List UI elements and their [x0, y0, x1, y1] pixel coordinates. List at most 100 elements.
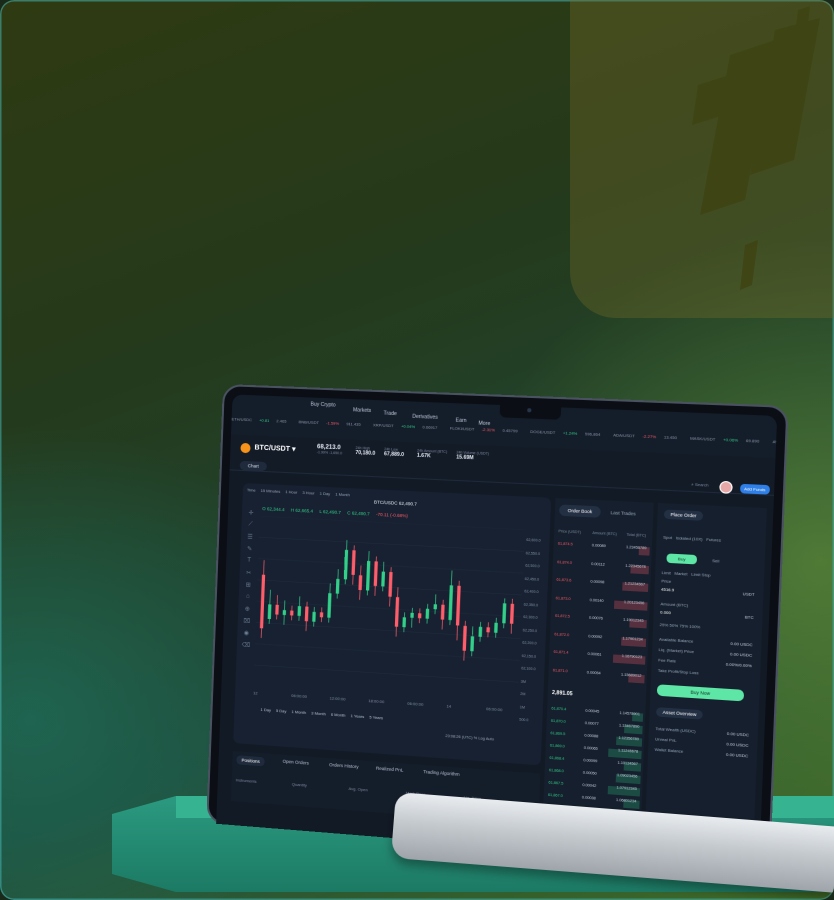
candle-body[interactable]: [509, 603, 515, 624]
candle-body[interactable]: [267, 604, 272, 620]
candle-body[interactable]: [433, 604, 438, 610]
range-option[interactable]: 5 Day: [276, 708, 287, 714]
candle-body[interactable]: [478, 626, 483, 637]
brush-icon[interactable]: ✎: [244, 545, 254, 555]
positions-tab[interactable]: Orders History: [329, 762, 359, 769]
candlestick-chart[interactable]: [253, 516, 524, 704]
ticker-item[interactable]: ETH/USDC +0.81 2.465: [232, 416, 293, 424]
candle-body[interactable]: [440, 604, 445, 620]
mode-futures[interactable]: Futures: [706, 537, 721, 543]
percent-option[interactable]: 25%: [660, 622, 670, 628]
ticker-item[interactable]: ADA/USDT -2.27% 13.450: [613, 432, 684, 440]
range-option[interactable]: 6 Month: [331, 712, 346, 718]
log-toggle[interactable]: Log: [478, 736, 485, 741]
candle-body[interactable]: [304, 606, 309, 622]
percent-option[interactable]: 50%: [669, 622, 679, 628]
candle-body[interactable]: [388, 571, 393, 597]
positions-tab[interactable]: Positions: [236, 755, 265, 767]
buy-now-button[interactable]: Buy Now: [656, 684, 745, 702]
candle-body[interactable]: [290, 610, 294, 616]
candle-body[interactable]: [462, 625, 467, 651]
range-option[interactable]: 1 Day: [260, 707, 271, 713]
candle-body[interactable]: [417, 613, 422, 619]
candle-body[interactable]: [470, 636, 475, 652]
measure-icon[interactable]: ⊞: [243, 581, 253, 591]
range-option[interactable]: 1 Month: [291, 709, 306, 715]
candle-body[interactable]: [275, 604, 279, 615]
timeframe-option[interactable]: 3 Hour: [302, 490, 314, 496]
place-order-tab[interactable]: Place Order: [663, 509, 704, 521]
ticker-item[interactable]: XRP/USDT +0.04% 0.66917: [373, 422, 444, 430]
ask-row[interactable]: 61,873.0 0.00140 1.20123456: [555, 596, 648, 612]
fib-icon[interactable]: ☰: [245, 533, 255, 543]
mode-isolated[interactable]: Isolated (10X): [676, 535, 703, 542]
candle-body[interactable]: [343, 549, 349, 580]
add-funds-button[interactable]: Add Funds: [739, 483, 771, 495]
zoom-icon[interactable]: ⊕: [242, 605, 252, 615]
crosshair-icon[interactable]: ✛: [246, 509, 256, 519]
text-icon[interactable]: T: [244, 557, 254, 567]
timeframe-option[interactable]: Time: [247, 487, 256, 492]
ask-row[interactable]: 61,871.0 0.00054 1.15689012: [553, 668, 645, 684]
candle-body[interactable]: [448, 585, 454, 621]
ticker-item[interactable]: FLOKI/USDT -2.31% 0.45799: [450, 425, 524, 433]
timeframe-option[interactable]: 15 Minutes: [261, 488, 281, 494]
ticker-item[interactable]: DOGE/USDT +1.24% 596,864: [530, 429, 607, 437]
search-input[interactable]: ⌕ Search: [691, 482, 709, 488]
range-option[interactable]: 3 Month: [311, 710, 326, 716]
ask-row[interactable]: 61,871.4 0.00061 1.16790123: [553, 650, 646, 666]
ask-row[interactable]: 61,872.0 0.00092 1.17901234: [554, 632, 647, 648]
ticker-item[interactable]: BNB/USDT -1.59% 911.435: [298, 419, 366, 427]
mode-spot[interactable]: Spot: [663, 534, 672, 540]
tab-chart[interactable]: Chart: [239, 460, 268, 472]
candle-body[interactable]: [381, 571, 386, 587]
positions-tab[interactable]: Open Orders: [283, 759, 309, 766]
ask-row[interactable]: 61,872.5 0.00076 1.19012345: [555, 614, 647, 630]
pattern-icon[interactable]: ✂: [243, 569, 253, 579]
candle-body[interactable]: [282, 610, 287, 616]
lock-icon[interactable]: ⌧: [242, 617, 252, 627]
visibility-icon[interactable]: ◉: [241, 629, 251, 639]
ticker-item[interactable]: MASK/USDT +0.06% 69.890: [690, 435, 766, 443]
range-option[interactable]: 5 Years: [369, 714, 383, 720]
candle-body[interactable]: [358, 575, 363, 591]
nav-trade[interactable]: Trade: [383, 411, 396, 418]
percent-toggle[interactable]: %: [474, 736, 478, 740]
candle-body[interactable]: [327, 593, 332, 618]
positions-tab[interactable]: Realized PnL: [376, 766, 404, 773]
candle-body[interactable]: [394, 597, 400, 627]
nav-derivatives[interactable]: Derivatives: [412, 414, 438, 421]
percent-slider[interactable]: 25% 50% 75% 100%: [660, 622, 701, 630]
candle-body[interactable]: [410, 612, 414, 618]
nav-buy-crypto[interactable]: Buy Crypto: [310, 402, 335, 409]
ruler-icon[interactable]: ⌂: [243, 593, 253, 603]
candle-body[interactable]: [425, 608, 430, 619]
auto-toggle[interactable]: Auto: [486, 737, 494, 742]
type-limit-stop[interactable]: Limit Stop: [691, 571, 711, 577]
asset-overview-tab[interactable]: Asset Overview: [655, 707, 704, 720]
trendline-icon[interactable]: ⟋: [245, 521, 255, 531]
nav-markets[interactable]: Markets: [353, 407, 371, 414]
type-limit[interactable]: Limit: [662, 570, 671, 576]
range-option[interactable]: 1 Years: [351, 713, 365, 719]
tab-last-trades[interactable]: Last Trades: [602, 506, 645, 519]
timeframe-option[interactable]: 1 Hour: [285, 489, 297, 495]
candle-body[interactable]: [312, 611, 316, 622]
avatar[interactable]: [719, 480, 733, 494]
candle-body[interactable]: [335, 578, 340, 594]
percent-option[interactable]: 100%: [689, 624, 700, 630]
candle-body[interactable]: [319, 612, 324, 618]
trash-icon[interactable]: ⌫: [241, 641, 251, 651]
nav-earn[interactable]: Earn: [455, 418, 466, 425]
candle-body[interactable]: [402, 617, 407, 628]
ask-row[interactable]: 61,874.5 0.00089 1.23456789: [558, 542, 650, 557]
type-market[interactable]: Market: [674, 571, 687, 577]
ask-row[interactable]: 61,874.0 0.00112 1.22345678: [557, 560, 650, 575]
candle-body[interactable]: [455, 585, 461, 626]
price-input[interactable]: 4516.9: [661, 587, 674, 593]
buy-toggle[interactable]: Buy: [666, 553, 698, 565]
tab-order-book[interactable]: Order Book: [558, 504, 601, 518]
ask-row[interactable]: 61,873.6 0.00098 1.21234567: [556, 578, 649, 593]
amount-input[interactable]: 0.000: [660, 609, 671, 615]
pair-selector[interactable]: BTC/USDT ▾: [254, 443, 295, 453]
